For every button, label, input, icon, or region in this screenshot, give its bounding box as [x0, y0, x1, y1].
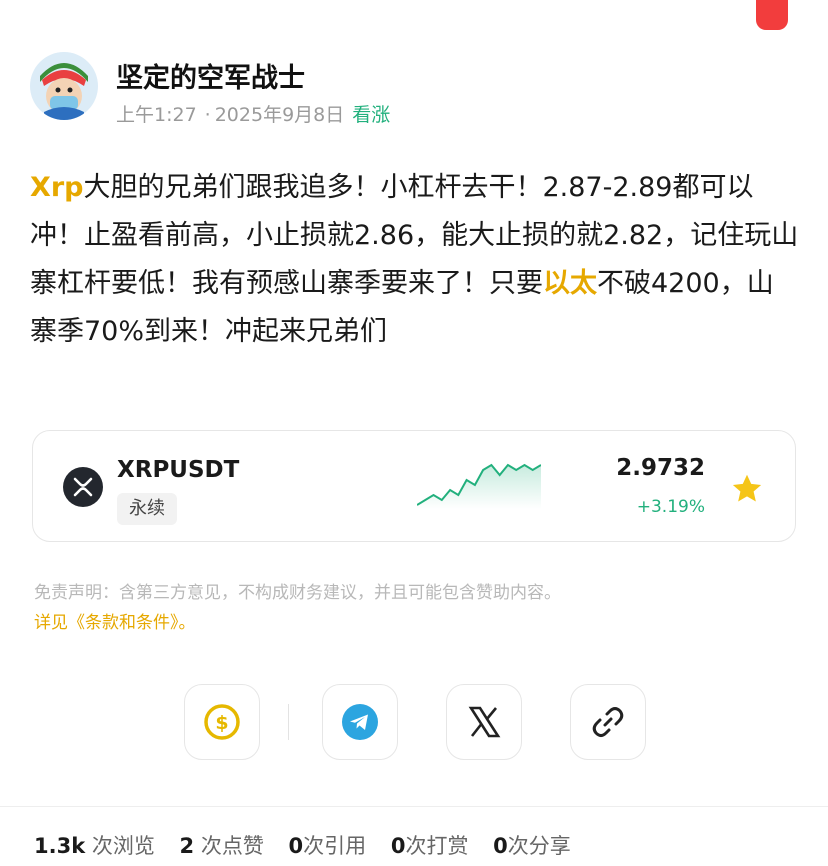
terms-link[interactable]: 详见《条款和条件》。 [34, 608, 196, 633]
post-date: 2025年9月8日 [214, 104, 345, 126]
likes-stat[interactable]: 2 次点赞 [180, 834, 264, 858]
tip-dollar-icon: $ [204, 704, 240, 740]
contract-tag: 永续 [117, 493, 177, 525]
ticker-symbol: XRPUSDT [117, 457, 240, 483]
x-icon [468, 706, 501, 738]
post-meta: 上午1:27 · 2025年9月8日 看涨 [116, 100, 390, 127]
shares-stat[interactable]: 0次分享 [493, 834, 571, 858]
views-count: 1.3k [34, 834, 86, 858]
ticker-change: +3.19% [636, 497, 705, 517]
stats-divider [0, 806, 828, 807]
share-bar: $ [0, 684, 828, 760]
svg-text:$: $ [215, 712, 228, 734]
telegram-share-button[interactable] [322, 684, 398, 760]
shares-count: 0 [493, 834, 508, 858]
favorite-star-icon[interactable] [729, 471, 765, 507]
likes-count: 2 [179, 834, 195, 858]
disclaimer-text: 免责声明：含第三方意见，不构成财务建议，并且可能包含赞助内容。 [34, 583, 561, 603]
quotes-label: 次引用 [303, 834, 367, 858]
sparkline-area [417, 465, 541, 509]
eth-highlight[interactable]: 以太 [543, 268, 597, 299]
sentiment-badge: 看涨 [352, 104, 391, 126]
tips-count: 0 [390, 834, 406, 858]
shares-label: 次分享 [507, 834, 571, 858]
tip-button[interactable]: $ [184, 684, 260, 760]
tips-stat[interactable]: 0次打赏 [391, 834, 469, 858]
top-red-tab [756, 0, 788, 30]
engagement-stats: 1.3k 次浏览 2 次点赞 0次引用 0次打赏 0次分享 [34, 830, 589, 860]
quotes-stat[interactable]: 0次引用 [289, 834, 367, 858]
avatar[interactable] [30, 52, 98, 120]
post-time: 上午1:27 [116, 104, 197, 126]
likes-label: 次点赞 [200, 834, 264, 858]
quotes-count: 0 [288, 834, 304, 858]
ticker-price: 2.9732 [616, 455, 705, 481]
avatar-image [30, 52, 98, 120]
link-icon [592, 707, 624, 737]
telegram-icon [342, 704, 378, 740]
x-share-button[interactable] [446, 684, 522, 760]
share-divider [288, 704, 289, 740]
author-name[interactable]: 坚定的空军战士 [116, 56, 305, 95]
views-stat: 1.3k 次浏览 [34, 834, 155, 858]
price-sparkline [417, 463, 541, 509]
post-body: Xrp大胆的兄弟们跟我追多！小杠杆去干！2.87-2.89都可以冲！止盈看前高，… [30, 164, 800, 356]
xrp-highlight[interactable]: Xrp [30, 172, 83, 203]
ticker-card[interactable]: XRPUSDT 永续 2.9732 +3.19% [32, 430, 796, 542]
tips-label: 次打赏 [405, 834, 469, 858]
meta-separator: · [204, 104, 211, 126]
views-label: 次浏览 [91, 834, 155, 858]
copy-link-button[interactable] [570, 684, 646, 760]
xrp-coin-icon [63, 467, 103, 507]
